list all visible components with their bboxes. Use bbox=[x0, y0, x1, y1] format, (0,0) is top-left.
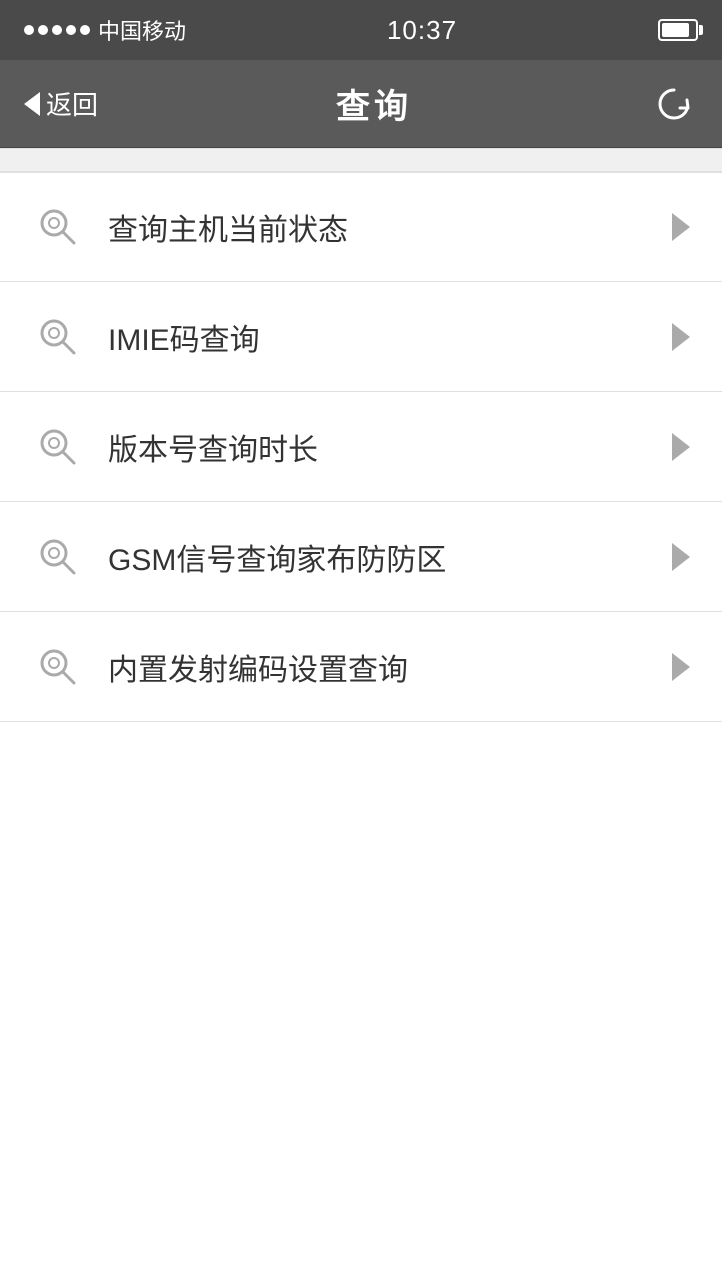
search-icon bbox=[32, 311, 84, 363]
battery-icon bbox=[658, 19, 698, 41]
search-icon bbox=[32, 201, 84, 253]
chevron-left-icon bbox=[24, 92, 40, 116]
page-title: 查询 bbox=[336, 79, 412, 128]
back-button[interactable]: 返回 bbox=[24, 85, 98, 122]
status-bar-left: 中国移动 bbox=[24, 14, 186, 46]
menu-item-5[interactable]: 内置发射编码设置查询 bbox=[0, 612, 722, 722]
navigation-bar: 返回 查询 bbox=[0, 60, 722, 148]
chevron-right-icon bbox=[672, 213, 690, 241]
menu-item-label-5: 内置发射编码设置查询 bbox=[108, 645, 672, 689]
menu-item-1[interactable]: 查询主机当前状态 bbox=[0, 172, 722, 282]
carrier-label: 中国移动 bbox=[98, 14, 186, 46]
menu-item-label-4: GSM信号查询家布防防区 bbox=[108, 535, 672, 579]
chevron-right-icon bbox=[672, 653, 690, 681]
menu-item-label-3: 版本号查询时长 bbox=[108, 425, 672, 469]
status-bar-right bbox=[658, 19, 698, 41]
battery-fill bbox=[662, 23, 689, 37]
refresh-icon bbox=[654, 84, 694, 124]
chevron-right-icon bbox=[672, 543, 690, 571]
refresh-button[interactable] bbox=[650, 80, 698, 128]
chevron-right-icon bbox=[672, 323, 690, 351]
search-icon bbox=[32, 531, 84, 583]
menu-item-3[interactable]: 版本号查询时长 bbox=[0, 392, 722, 502]
status-time: 10:37 bbox=[387, 15, 457, 46]
section-separator bbox=[0, 148, 722, 172]
menu-item-2[interactable]: IMIE码查询 bbox=[0, 282, 722, 392]
status-bar: 中国移动 10:37 bbox=[0, 0, 722, 60]
back-label: 返回 bbox=[46, 85, 98, 122]
signal-dots bbox=[24, 25, 90, 35]
bottom-empty-area bbox=[0, 722, 722, 1122]
menu-item-4[interactable]: GSM信号查询家布防防区 bbox=[0, 502, 722, 612]
chevron-right-icon bbox=[672, 433, 690, 461]
menu-item-label-1: 查询主机当前状态 bbox=[108, 205, 672, 249]
search-icon bbox=[32, 641, 84, 693]
menu-list: 查询主机当前状态 IMIE码查询 版本号查询时长 GSM信号查询家布防防区 bbox=[0, 172, 722, 722]
menu-item-label-2: IMIE码查询 bbox=[108, 315, 672, 359]
search-icon bbox=[32, 421, 84, 473]
